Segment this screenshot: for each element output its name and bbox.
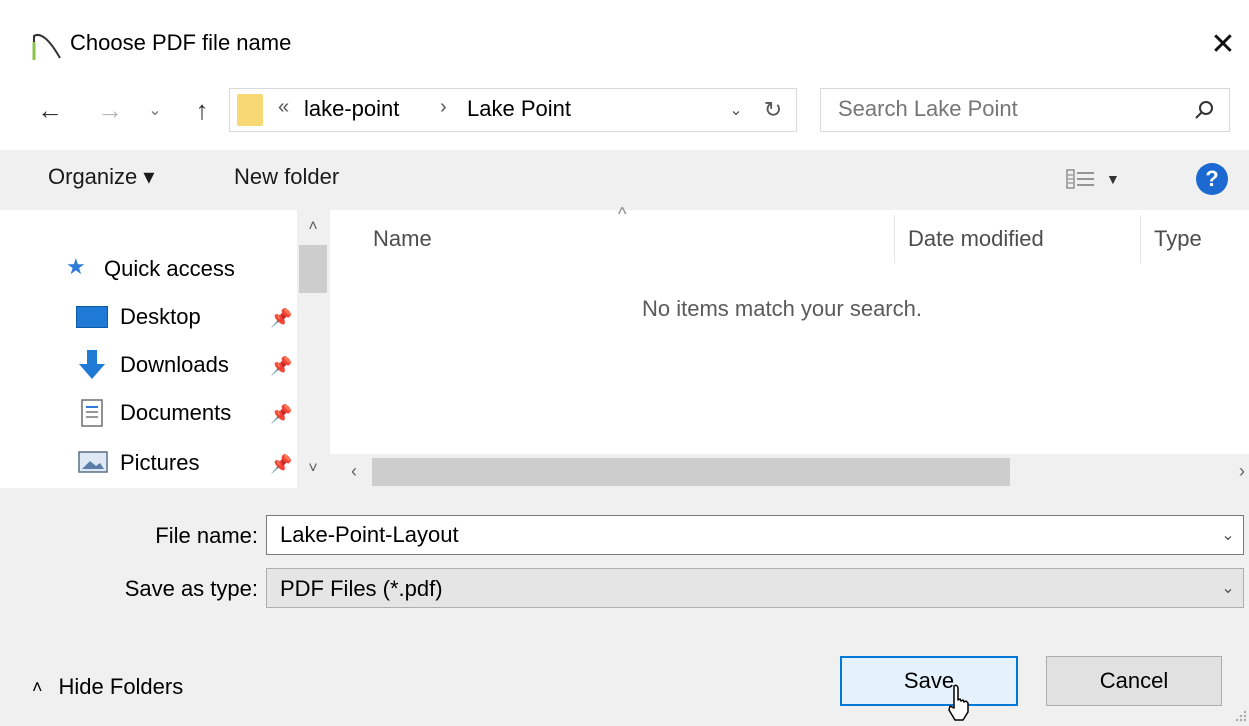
save-type-value: PDF Files (*.pdf) xyxy=(280,576,443,601)
cancel-button[interactable]: Cancel xyxy=(1046,656,1222,706)
window-title: Choose PDF file name xyxy=(70,30,292,55)
scroll-left-button[interactable]: ‹ xyxy=(340,456,368,486)
chevron-down-icon: ⌄ xyxy=(729,102,743,119)
help-button[interactable]: ? xyxy=(1196,163,1228,195)
hide-folders-label: Hide Folders xyxy=(58,674,184,699)
forward-button[interactable]: → xyxy=(92,88,128,132)
chevron-left-icon: ‹ xyxy=(351,460,357,481)
column-header-type[interactable]: Type xyxy=(1154,226,1202,252)
search-placeholder: Search Lake Point xyxy=(838,96,1018,121)
file-list[interactable] xyxy=(330,210,1249,488)
scroll-up-button[interactable]: ˄ xyxy=(300,214,326,240)
breadcrumb-lake-point-folder[interactable]: lake-point xyxy=(304,96,399,122)
nav-item-label: Downloads xyxy=(120,352,229,377)
nav-item-documents[interactable]: Documents 📌 xyxy=(0,390,300,438)
scroll-right-button[interactable]: › xyxy=(1232,456,1249,486)
recent-locations-button[interactable]: ⌄ xyxy=(140,88,170,132)
back-button[interactable]: ← xyxy=(30,88,70,132)
pin-icon[interactable]: 📌 xyxy=(270,404,292,425)
details-view-icon xyxy=(1066,169,1094,189)
documents-icon xyxy=(81,399,103,427)
save-type-label: Save as type: xyxy=(124,576,258,601)
refresh-button[interactable]: ↻ xyxy=(758,90,788,130)
download-icon xyxy=(79,350,105,379)
arrow-up-icon: ↑ xyxy=(195,94,209,125)
save-type-dropdown-button[interactable]: ⌄ xyxy=(1214,569,1242,607)
column-header-name[interactable]: Name xyxy=(373,226,432,252)
new-folder-button[interactable]: New folder xyxy=(234,164,339,190)
search-icon[interactable] xyxy=(1192,98,1216,122)
save-button[interactable]: Save xyxy=(840,656,1018,706)
nav-item-label: Quick access xyxy=(104,256,235,281)
file-name-dropdown-button[interactable]: ⌄ xyxy=(1214,516,1242,554)
chevron-up-icon: ˄ xyxy=(308,218,318,235)
chevron-down-icon: ⌄ xyxy=(1221,580,1235,597)
chevron-up-icon: ˄ xyxy=(32,676,43,697)
sort-ascending-icon: ^ xyxy=(618,204,627,224)
mouse-pointer-icon xyxy=(948,684,969,721)
nav-item-label: Documents xyxy=(120,400,232,425)
nav-item-downloads[interactable]: Downloads 📌 xyxy=(0,342,300,390)
up-button[interactable]: ↑ xyxy=(184,88,220,132)
nav-item-label: Desktop xyxy=(120,304,201,329)
close-button[interactable]: ✕ xyxy=(1200,24,1246,64)
pin-icon[interactable]: 📌 xyxy=(270,454,292,475)
address-dropdown-button[interactable]: ⌄ xyxy=(722,90,750,130)
save-dialog: Choose PDF file name ✕ ← → ⌄ ↑ « lake-po… xyxy=(0,0,1249,726)
column-divider[interactable] xyxy=(894,215,895,263)
app-icon xyxy=(32,34,61,60)
command-toolbar xyxy=(0,150,1249,210)
star-icon: ★ xyxy=(66,254,86,279)
arrow-right-icon: → xyxy=(97,94,123,125)
hide-folders-button[interactable]: ˄ Hide Folders xyxy=(32,672,183,702)
breadcrumb-overflow[interactable]: « xyxy=(278,96,289,119)
pin-icon[interactable]: 📌 xyxy=(270,356,292,377)
breadcrumb-lake-point[interactable]: Lake Point xyxy=(467,96,571,122)
refresh-icon: ↻ xyxy=(763,97,783,122)
file-name-label: File name: xyxy=(155,523,258,548)
column-header-date-modified[interactable]: Date modified xyxy=(908,226,1044,252)
caret-down-icon: ▼ xyxy=(1106,171,1120,187)
close-icon: ✕ xyxy=(1210,27,1236,61)
pin-icon[interactable]: 📌 xyxy=(270,308,292,329)
folder-icon xyxy=(237,94,263,126)
breadcrumb-separator: › xyxy=(440,96,447,118)
empty-list-message: No items match your search. xyxy=(642,296,922,321)
column-divider[interactable] xyxy=(1140,215,1141,263)
nav-item-label: Pictures xyxy=(120,450,200,475)
desktop-icon xyxy=(76,306,108,328)
nav-item-desktop[interactable]: Desktop 📌 xyxy=(0,294,300,342)
nav-item-quick-access[interactable]: ★ Quick access xyxy=(0,246,300,294)
pictures-icon xyxy=(78,451,108,473)
nav-item-pictures[interactable]: Pictures 📌 xyxy=(0,440,300,480)
arrow-left-icon: ← xyxy=(37,94,63,125)
organize-button[interactable]: Organize ▾ xyxy=(48,164,154,190)
help-icon: ? xyxy=(1205,166,1219,191)
chevron-right-icon: › xyxy=(1239,460,1245,481)
chevron-down-icon: ˅ xyxy=(308,460,318,477)
chevron-down-icon: ⌄ xyxy=(148,102,162,119)
hscrollbar-thumb[interactable] xyxy=(372,458,1010,486)
scroll-down-button[interactable]: ˅ xyxy=(300,456,326,482)
file-name-value[interactable]: Lake-Point-Layout xyxy=(280,522,459,548)
resize-grip-icon[interactable] xyxy=(1232,708,1248,724)
change-view-button[interactable]: ▼ xyxy=(1066,164,1136,194)
chevron-down-icon: ⌄ xyxy=(1221,527,1235,544)
scrollbar-thumb[interactable] xyxy=(299,245,327,293)
